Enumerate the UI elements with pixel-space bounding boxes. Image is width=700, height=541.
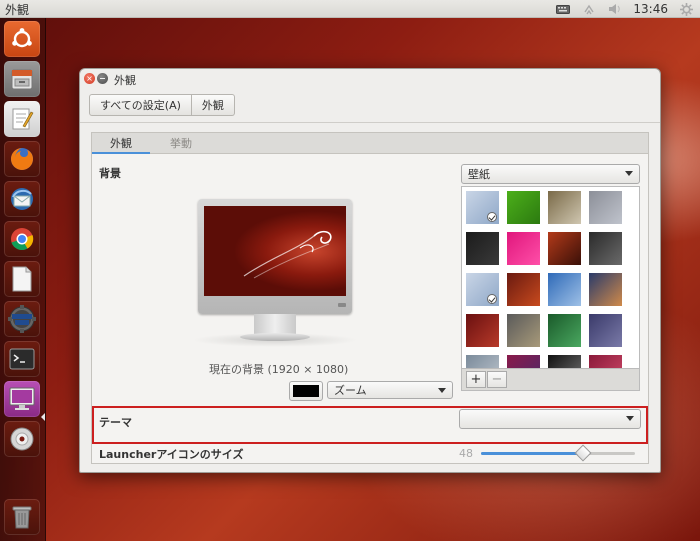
wallpaper-thumbnail[interactable] (548, 232, 581, 265)
appearance-window: × 外観 すべての設定(A) 外観 外観 挙動 背景 現在の背景 (1920 ×… (79, 68, 661, 473)
wallpaper-thumbnail[interactable] (507, 355, 540, 368)
color-fill (293, 385, 319, 397)
monitor-badge (338, 303, 346, 307)
wallpaper-thumbnail[interactable] (466, 232, 499, 265)
wallpaper-thumbnail[interactable] (589, 273, 622, 306)
indicator-area: 13:46 (555, 0, 694, 18)
wallpaper-thumbnail[interactable] (466, 273, 499, 306)
window-titlebar[interactable]: × 外観 (80, 69, 660, 89)
breadcrumb-appearance[interactable]: 外観 (191, 94, 235, 116)
wallpaper-thumbnail[interactable] (589, 355, 622, 368)
zoom-select[interactable]: ズーム (327, 381, 453, 399)
slider-handle[interactable] (574, 444, 592, 462)
ubuntu-logo-icon (10, 27, 34, 51)
monitor-preview (198, 199, 352, 314)
selected-check-icon (487, 294, 497, 304)
wallpaper-toolbar: + − (461, 369, 640, 391)
tab-behavior[interactable]: 挙動 (156, 133, 206, 153)
chevron-down-icon (625, 171, 633, 176)
launcher (0, 18, 46, 541)
file-cabinet-icon (9, 66, 35, 92)
launcher-thunderbird[interactable] (4, 181, 40, 217)
wallpaper-thumbnail[interactable] (548, 314, 581, 347)
wallpaper-source-value: 壁紙 (468, 168, 490, 181)
minimize-icon[interactable] (97, 73, 108, 84)
breadcrumb-all-settings[interactable]: すべての設定(A) (89, 94, 192, 116)
background-color-button[interactable] (289, 381, 323, 401)
launcher-dvd-drive[interactable] (4, 421, 40, 457)
launcher-icon-size-slider[interactable] (481, 444, 635, 462)
launcher-icon-size-label: Launcherアイコンのサイズ (99, 448, 244, 461)
launcher-lazarus-ide[interactable] (4, 301, 40, 337)
disc-icon (8, 425, 36, 453)
firefox-icon (8, 145, 36, 173)
zoom-select-value: ズーム (334, 384, 367, 397)
remove-wallpaper-button[interactable]: − (487, 371, 507, 388)
selected-check-icon (487, 212, 497, 222)
wallpaper-thumbnail[interactable] (507, 273, 540, 306)
launcher-text-editor[interactable] (4, 101, 40, 137)
monitor-base (240, 333, 310, 341)
settings-gear-icon[interactable] (678, 2, 694, 16)
current-background-text: 現在の背景 (1920 × 1080) (209, 363, 349, 376)
thunderbird-icon (8, 185, 36, 213)
top-panel: 外観 13:46 (0, 0, 700, 18)
launcher-chrome[interactable] (4, 221, 40, 257)
clock[interactable]: 13:46 (633, 2, 668, 16)
background-preview-image (204, 206, 346, 296)
launcher-libreoffice[interactable] (4, 261, 40, 297)
launcher-terminal[interactable] (4, 341, 40, 377)
chevron-down-icon (438, 388, 446, 393)
volume-icon[interactable] (607, 2, 623, 16)
add-wallpaper-button[interactable]: + (466, 371, 486, 388)
network-icon[interactable] (581, 2, 597, 16)
theme-label: テーマ (99, 416, 132, 429)
top-panel-app-title: 外観 (5, 3, 30, 17)
wallpaper-thumbnail[interactable] (589, 232, 622, 265)
trash-icon (10, 503, 34, 531)
wallpaper-thumbnail[interactable] (589, 314, 622, 347)
theme-select[interactable] (459, 409, 641, 429)
active-indicator (41, 413, 45, 421)
chrome-icon (8, 225, 36, 253)
launcher-system-settings[interactable] (4, 381, 40, 417)
wallpaper-thumbnail[interactable] (466, 191, 499, 224)
wallpaper-thumbnail[interactable] (466, 355, 499, 368)
breadcrumb: すべての設定(A) 外観 (89, 94, 235, 116)
wallpaper-thumbnail[interactable] (507, 314, 540, 347)
slider-fill (481, 452, 583, 455)
lazarus-gear-icon (7, 304, 37, 334)
wallpaper-grid (461, 186, 640, 369)
launcher-trash[interactable] (4, 499, 40, 535)
wallpaper-thumbnail[interactable] (548, 355, 581, 368)
launcher-files[interactable] (4, 61, 40, 97)
settings-notebook: 外観 挙動 背景 現在の背景 (1920 × 1080) ズーム 壁紙 + − … (91, 132, 649, 464)
background-label: 背景 (99, 167, 121, 180)
wallpaper-thumbnail[interactable] (507, 191, 540, 224)
tab-bar: 外観 挙動 (92, 133, 648, 154)
wallpaper-thumbnail[interactable] (466, 314, 499, 347)
display-settings-icon (8, 386, 36, 412)
window-title: 外観 (114, 74, 136, 87)
wallpaper-thumbnail[interactable] (589, 191, 622, 224)
notepad-pencil-icon (9, 106, 35, 132)
wallpaper-thumbnail[interactable] (548, 191, 581, 224)
close-icon[interactable]: × (84, 73, 95, 84)
document-icon (10, 265, 34, 293)
launcher-icon-size-value: 48 (459, 447, 473, 460)
launcher-ubuntu-dash[interactable] (4, 21, 40, 57)
wallpaper-thumbnail[interactable] (507, 232, 540, 265)
wallpaper-thumbnail[interactable] (548, 273, 581, 306)
divider (80, 122, 660, 123)
launcher-firefox[interactable] (4, 141, 40, 177)
tab-appearance[interactable]: 外観 (92, 133, 150, 154)
chevron-down-icon (626, 416, 634, 421)
keyboard-icon[interactable] (555, 2, 571, 16)
wallpaper-source-select[interactable]: 壁紙 (461, 164, 640, 184)
terminal-icon (9, 348, 35, 370)
